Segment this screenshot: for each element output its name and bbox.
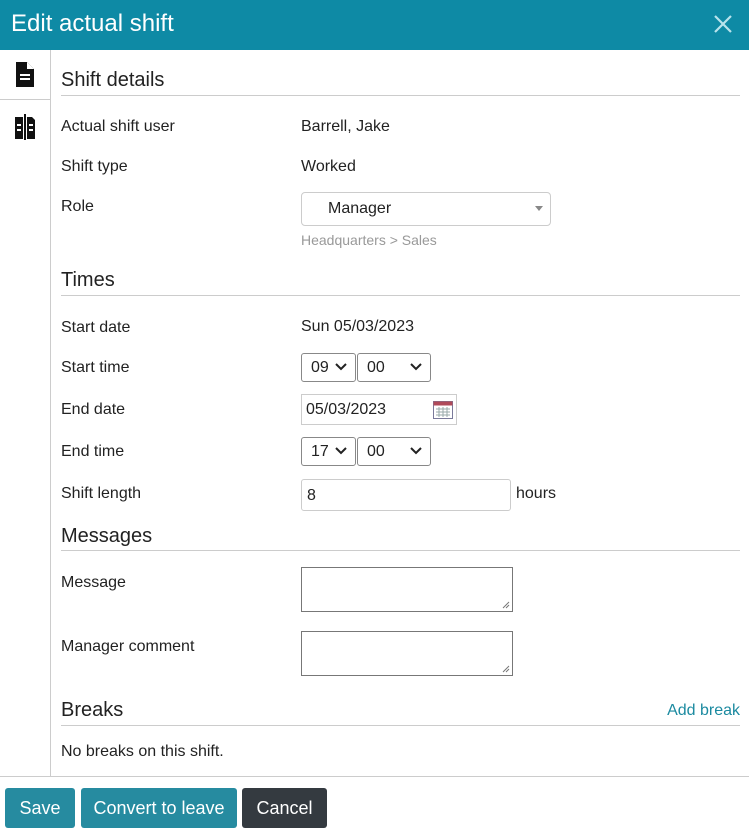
end-hour-value: 17 — [311, 443, 329, 460]
manager-comment-textarea[interactable] — [301, 631, 513, 676]
dialog-title: Edit actual shift — [11, 10, 174, 37]
start-minute-value: 00 — [367, 359, 385, 376]
shift-length-unit: hours — [516, 485, 557, 502]
section-shift-details: Shift details — [61, 69, 740, 96]
shift-type-value: Worked — [301, 158, 356, 175]
shift-length-label: Shift length — [61, 485, 142, 502]
sidebar — [0, 50, 51, 776]
message-label: Message — [61, 574, 126, 591]
end-hour-select[interactable]: 17 — [301, 437, 356, 466]
start-time-label: Start time — [61, 359, 130, 376]
start-hour-select[interactable]: 09 — [301, 353, 356, 382]
compare-document-icon — [15, 114, 35, 140]
role-select[interactable]: Manager — [301, 192, 551, 226]
cancel-button[interactable]: Cancel — [242, 788, 327, 828]
resize-grip-icon[interactable] — [502, 601, 510, 609]
chevron-down-icon — [335, 447, 347, 455]
shift-user-value: Barrell, Jake — [301, 118, 390, 135]
end-minute-select[interactable]: 00 — [357, 437, 431, 466]
dialog-header: Edit actual shift — [0, 0, 749, 50]
close-icon[interactable] — [711, 12, 735, 38]
manager-comment-label: Manager comment — [61, 638, 195, 655]
shift-length-value: 8 — [307, 487, 316, 504]
section-times: Times — [61, 269, 740, 296]
shift-length-input[interactable]: 8 — [301, 479, 511, 511]
tab-compare[interactable] — [0, 102, 50, 151]
role-select-value: Manager — [328, 200, 392, 217]
start-minute-select[interactable]: 00 — [357, 353, 431, 382]
dialog-footer: Save Convert to leave Cancel — [0, 776, 749, 838]
no-breaks-text: No breaks on this shift. — [61, 743, 224, 760]
end-minute-value: 00 — [367, 443, 385, 460]
shift-type-label: Shift type — [61, 158, 128, 175]
end-date-field[interactable]: 05/03/2023 — [301, 394, 457, 425]
chevron-down-icon — [335, 363, 347, 371]
end-time-label: End time — [61, 443, 125, 460]
end-date-label: End date — [61, 401, 126, 418]
section-messages: Messages — [61, 525, 740, 551]
chevron-down-icon — [410, 363, 422, 371]
caret-down-icon — [535, 206, 543, 211]
chevron-down-icon — [410, 447, 422, 455]
shift-user-label: Actual shift user — [61, 118, 175, 135]
tab-shift-details[interactable] — [0, 50, 50, 100]
message-textarea[interactable] — [301, 567, 513, 612]
role-label: Role — [61, 198, 94, 215]
convert-to-leave-button[interactable]: Convert to leave — [81, 788, 237, 828]
document-icon — [16, 62, 34, 87]
end-date-value: 05/03/2023 — [306, 401, 387, 418]
add-break-link[interactable]: Add break — [667, 702, 740, 720]
section-breaks: Breaks — [61, 699, 740, 726]
calendar-icon[interactable] — [433, 401, 453, 419]
start-hour-value: 09 — [311, 359, 329, 376]
resize-grip-icon[interactable] — [502, 665, 510, 673]
start-date-label: Start date — [61, 319, 131, 336]
save-button[interactable]: Save — [5, 788, 75, 828]
start-date-value: Sun 05/03/2023 — [301, 318, 414, 335]
role-hint: Headquarters > Sales — [301, 232, 437, 248]
